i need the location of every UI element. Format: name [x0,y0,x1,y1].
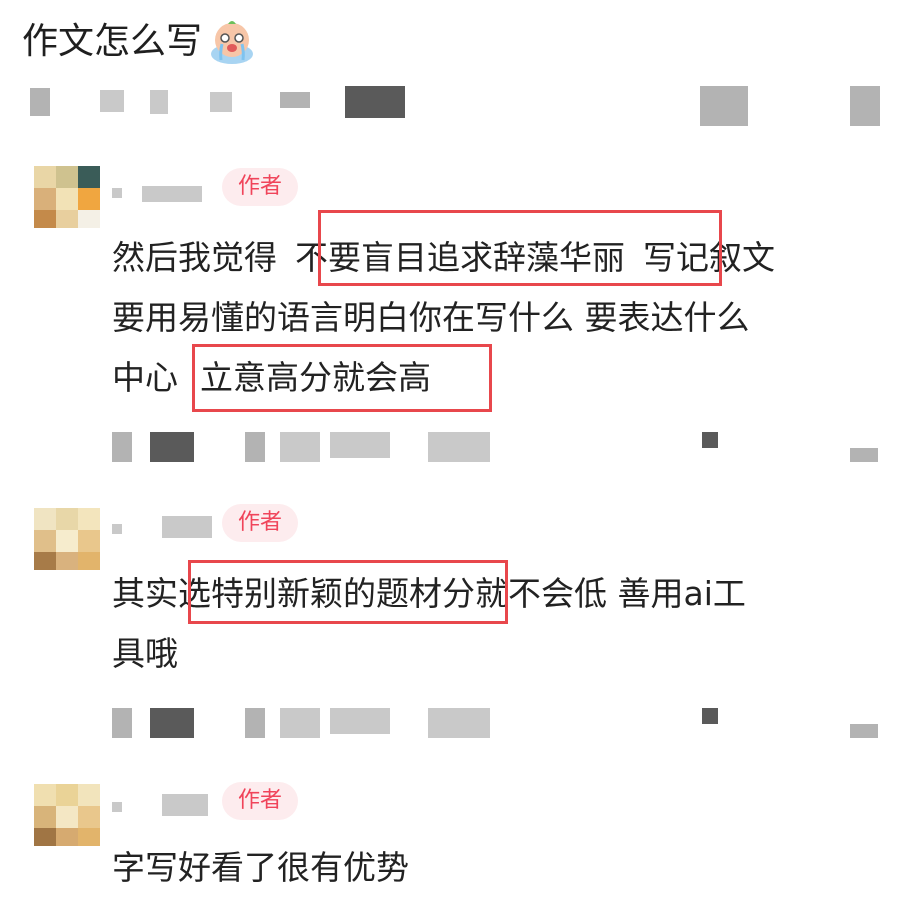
post-title: 作文怎么写 [22,21,203,62]
comment-text-line: 要用易懂的语言明白你在写什么 要表达什么 [112,296,750,340]
highlight-box [318,210,722,286]
comment-text-line: 字写好看了很有优势 [112,846,409,890]
blurred-comment-meta [0,704,916,744]
comment-text-line: 具哦 [112,632,178,676]
avatar[interactable] [34,784,100,846]
post-title-row: 作文怎么写 [22,18,258,66]
author-badge: 作者 [222,782,299,820]
author-badge: 作者 [222,504,299,542]
comment-text-segment: 中心 [112,358,178,397]
avatar[interactable] [34,508,100,570]
comment-text-segment: 然后我觉得 [112,238,277,277]
blurred-username[interactable] [112,790,212,820]
comment-text-segment: 具哦 [112,634,178,673]
blurred-username[interactable] [112,512,212,542]
crying-face-emoji-icon [206,18,258,66]
comment-text-segment: 字写好看了很有优势 [112,848,409,887]
blurred-meta-row [0,80,916,130]
highlight-box [192,344,492,412]
highlight-box [188,560,508,624]
avatar[interactable] [34,166,100,228]
comment-text-segment: 要用易懂的语言明白你在写什么 要表达什么 [112,298,750,337]
blurred-comment-meta [0,428,916,468]
author-badge: 作者 [222,168,299,206]
comment-text-segment: 其实 [112,574,178,613]
blurred-username[interactable] [112,178,212,208]
